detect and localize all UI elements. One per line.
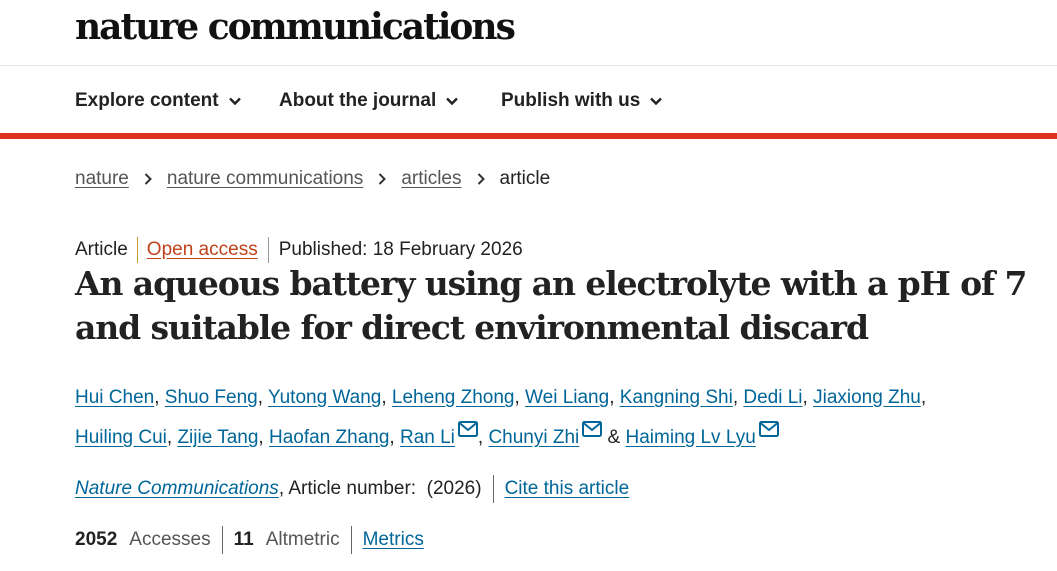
breadcrumb-current: article — [499, 168, 551, 189]
author-link[interactable]: Yutong Wang — [268, 387, 381, 408]
masthead: nature communications — [0, 0, 1057, 66]
author-link[interactable]: Shuo Feng — [165, 387, 258, 408]
author-link[interactable]: Huiling Cui — [75, 427, 167, 448]
author-link[interactable]: Kangning Shi — [620, 387, 733, 408]
nav-publish-with-us[interactable]: Publish with us — [501, 90, 663, 112]
altmetric-label: Altmetric — [265, 529, 340, 550]
altmetric-count: 11 — [233, 529, 254, 550]
citation-row: Nature Communications , Article number: … — [75, 475, 629, 503]
envelope-icon[interactable] — [457, 421, 478, 437]
author-link[interactable]: Leheng Zhong — [392, 387, 515, 408]
author-link[interactable]: Zijie Tang — [177, 427, 258, 448]
breadcrumb-nature[interactable]: nature — [75, 168, 129, 190]
nav-explore-content[interactable]: Explore content — [75, 90, 242, 112]
nav-item-label: Explore content — [75, 90, 219, 111]
main-nav: Explore content About the journal Publis… — [0, 66, 1057, 133]
chevron-down-icon — [228, 97, 241, 106]
article-meta: Article Open access Published: 18 Februa… — [75, 237, 523, 263]
meta-divider — [267, 237, 269, 263]
accesses-count: 2052 — [75, 529, 118, 550]
article-type: Article — [75, 239, 128, 260]
author-link[interactable]: Ran Li — [400, 427, 455, 448]
author-link[interactable]: Haiming Lv Lyu — [626, 427, 756, 448]
journal-link[interactable]: Nature Communications — [75, 478, 279, 500]
nav-item-label: Publish with us — [501, 90, 641, 111]
author-link[interactable]: Haofan Zhang — [269, 427, 389, 448]
metrics-divider — [221, 526, 223, 554]
meta-divider — [136, 237, 138, 263]
chevron-right-icon — [379, 173, 387, 185]
published-date: Published: 18 February 2026 — [278, 239, 523, 260]
author-link[interactable]: Dedi Li — [743, 387, 802, 408]
cite-this-article-link[interactable]: Cite this article — [505, 478, 630, 500]
author-list: Hui Chen, Shuo Feng, Yutong Wang, Leheng… — [75, 387, 927, 448]
nav-about-the-journal[interactable]: About the journal — [279, 90, 459, 112]
cite-divider — [492, 475, 494, 503]
accesses-label: Accesses — [129, 529, 211, 550]
envelope-icon[interactable] — [582, 421, 603, 437]
chevron-down-icon — [650, 97, 663, 106]
breadcrumb-nature-communications[interactable]: nature communications — [167, 168, 363, 190]
author-link[interactable]: Jiaxiong Zhu — [813, 387, 921, 408]
author-link[interactable]: Wei Liang — [525, 387, 609, 408]
article-number: , Article number: (2026) — [278, 478, 482, 499]
chevron-down-icon — [446, 97, 459, 106]
metrics-divider — [350, 526, 352, 554]
breadcrumb-articles[interactable]: articles — [401, 168, 461, 190]
author-link[interactable]: Hui Chen — [75, 387, 154, 408]
breadcrumb: nature nature communications articles ar… — [75, 168, 550, 190]
chevron-right-icon — [477, 173, 485, 185]
metrics-link[interactable]: Metrics — [363, 529, 424, 551]
site-logo[interactable]: nature communications — [75, 6, 516, 48]
metrics-row: 2052 Accesses 11 Altmetric Metrics — [75, 526, 424, 554]
accent-bar — [0, 133, 1057, 139]
envelope-icon[interactable] — [758, 421, 779, 437]
author-link[interactable]: Chunyi Zhi — [488, 427, 579, 448]
nav-item-label: About the journal — [279, 90, 437, 111]
chevron-right-icon — [144, 173, 152, 185]
article-title: An aqueous battery using an electrolyte … — [75, 264, 1027, 347]
open-access-link[interactable]: Open access — [147, 239, 258, 261]
